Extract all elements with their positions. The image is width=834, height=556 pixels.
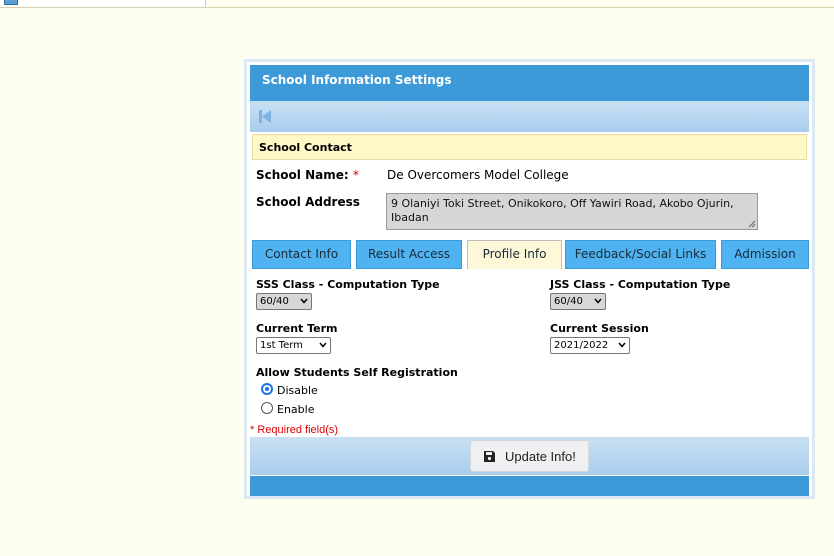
section-header: School Contact — [252, 134, 807, 160]
current-session-value: 2021/2022 — [554, 340, 609, 351]
school-name-label-text: School Name: — [256, 168, 349, 182]
first-page-icon[interactable] — [259, 110, 271, 123]
top-strip — [0, 0, 834, 8]
window-icon — [4, 0, 18, 5]
current-session-label: Current Session — [550, 322, 649, 335]
chevron-down-icon — [319, 342, 327, 348]
top-tab[interactable] — [0, 0, 206, 8]
sss-computation-select[interactable]: 60/40 — [256, 293, 312, 310]
disable-radio[interactable] — [261, 383, 273, 395]
enable-radio[interactable] — [261, 402, 273, 414]
school-address-value: 9 Olaniyi Toki Street, Onikokoro, Off Ya… — [391, 197, 734, 224]
resize-grip-icon[interactable] — [748, 220, 756, 228]
required-fields-note: * Required field(s) — [250, 424, 339, 436]
navigation-strip — [250, 101, 809, 132]
sss-computation-label: SSS Class - Computation Type — [256, 278, 440, 291]
update-info-label: Update Info! — [505, 449, 576, 464]
sss-computation-value: 60/40 — [260, 296, 289, 307]
chevron-down-icon — [618, 342, 626, 348]
current-term-select[interactable]: 1st Term — [256, 337, 331, 354]
section-title: School Contact — [259, 141, 352, 154]
top-divider — [206, 7, 834, 8]
tab-profile-info[interactable]: Profile Info — [467, 240, 562, 269]
school-name-value: De Overcomers Model College — [387, 168, 569, 182]
tab-feedback-social-links[interactable]: Feedback/Social Links — [565, 240, 716, 269]
tab-result-access[interactable]: Result Access — [356, 240, 462, 269]
footer-strip — [250, 476, 809, 496]
jss-computation-label: JSS Class - Computation Type — [550, 278, 731, 291]
current-session-select[interactable]: 2021/2022 — [550, 337, 630, 354]
enable-radio-label: Enable — [277, 403, 315, 416]
jss-computation-select[interactable]: 60/40 — [550, 293, 606, 310]
school-address-textarea[interactable]: 9 Olaniyi Toki Street, Onikokoro, Off Ya… — [386, 193, 758, 230]
required-asterisk: * — [352, 168, 359, 182]
panel-header: School Information Settings — [250, 65, 809, 101]
current-term-label: Current Term — [256, 322, 338, 335]
chevron-down-icon — [594, 298, 602, 304]
current-term-value: 1st Term — [260, 340, 303, 351]
jss-computation-value: 60/40 — [554, 296, 583, 307]
update-info-button[interactable]: Update Info! — [470, 440, 589, 472]
floppy-disk-icon — [484, 451, 495, 462]
chevron-down-icon — [300, 298, 308, 304]
school-address-label: School Address — [256, 195, 360, 209]
school-info-panel: School Information Settings School Conta… — [244, 59, 815, 499]
tab-contact-info[interactable]: Contact Info — [252, 240, 351, 269]
school-name-label: School Name: * — [256, 168, 359, 182]
self-registration-label: Allow Students Self Registration — [256, 366, 458, 379]
panel-title: School Information Settings — [262, 73, 452, 87]
tab-admission[interactable]: Admission — [721, 240, 809, 269]
disable-radio-label: Disable — [277, 384, 318, 397]
